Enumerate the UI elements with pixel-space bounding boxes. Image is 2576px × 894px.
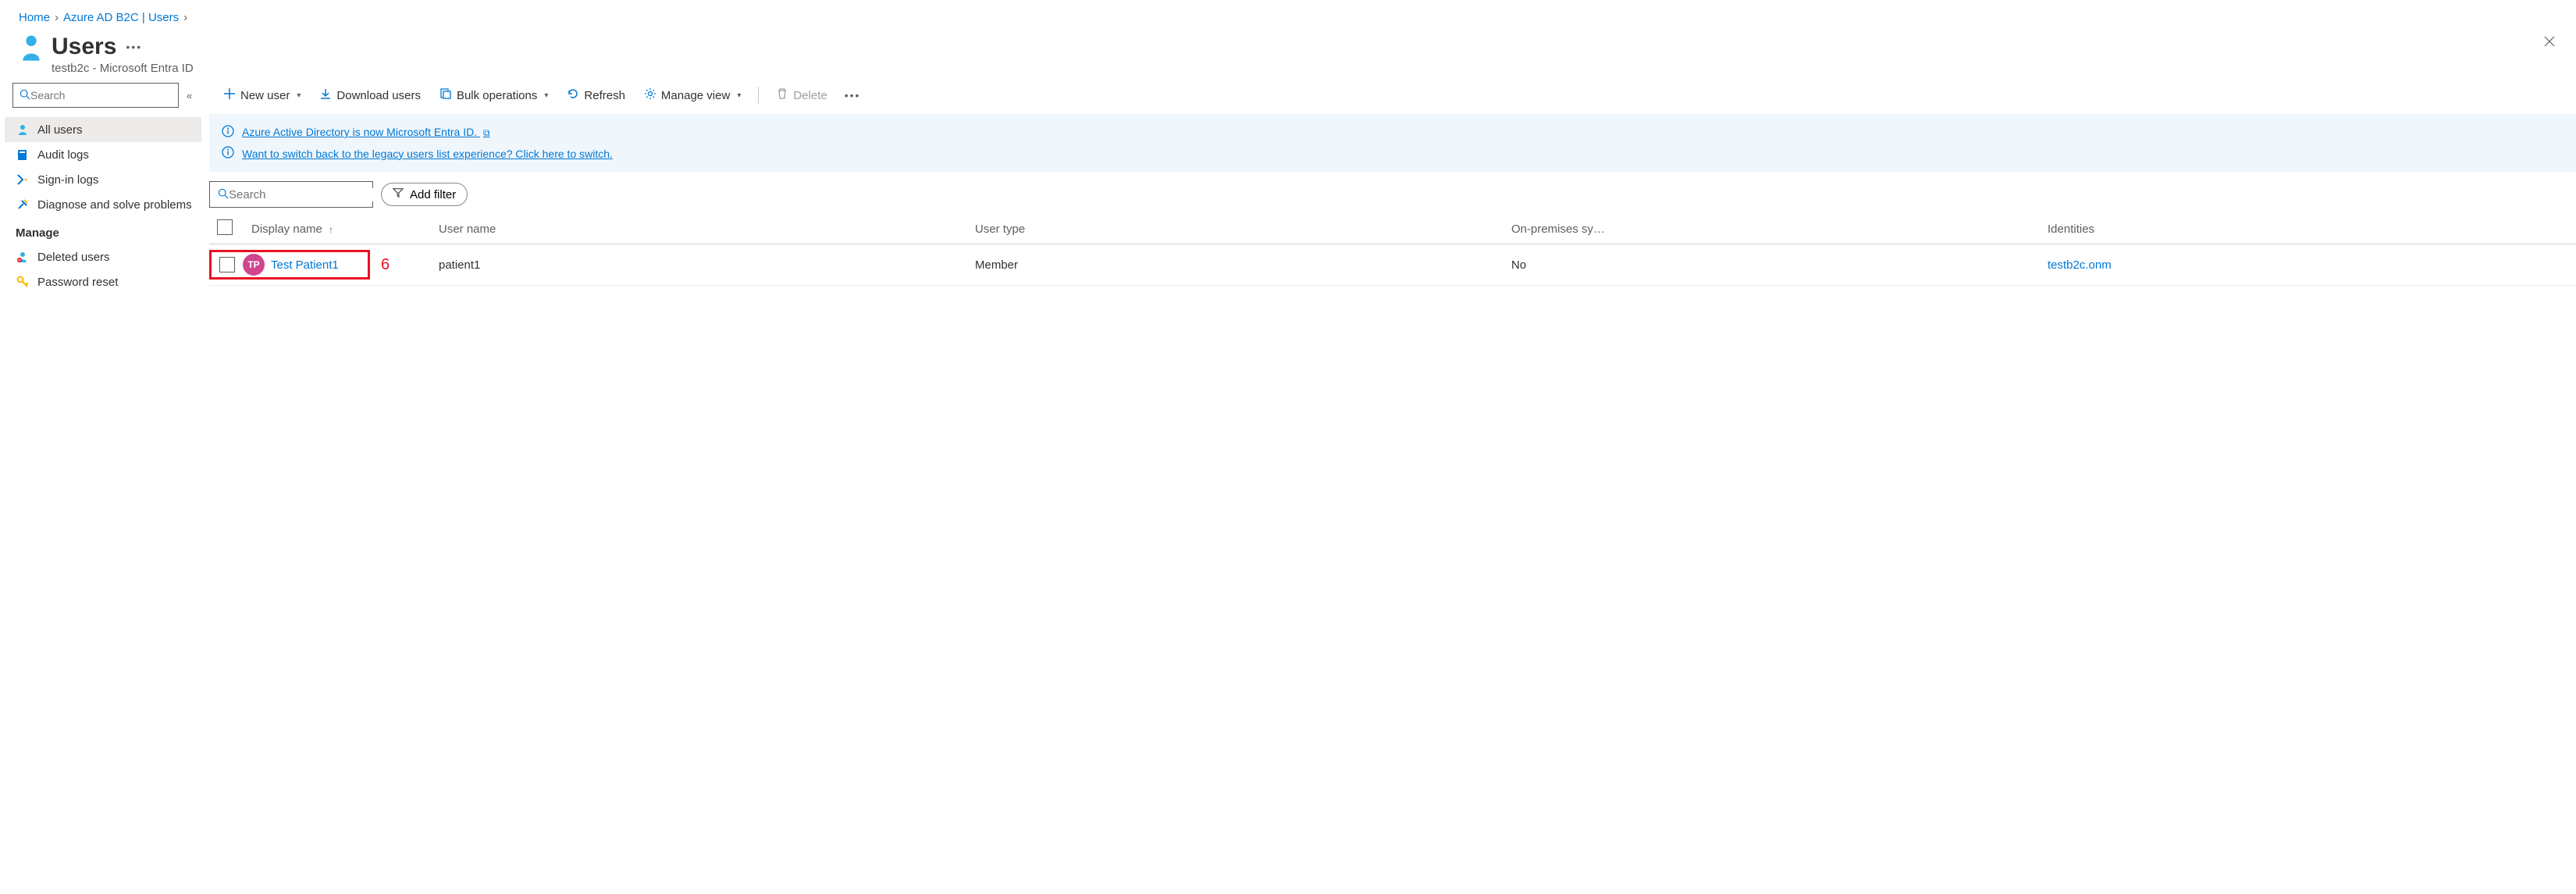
page-header: Users ••• testb2c - Microsoft Entra ID [0, 27, 2576, 80]
col-identities[interactable]: Identities [2040, 214, 2576, 244]
sidebar: « All users Audit logs Sign-in logs Diag… [0, 80, 201, 294]
search-icon [20, 89, 30, 102]
button-label: Refresh [584, 89, 625, 102]
chevron-down-icon: ▾ [737, 91, 741, 100]
refresh-icon [567, 87, 579, 103]
col-on-premises[interactable]: On-premises sy… [1503, 214, 2040, 244]
sidebar-search-input[interactable] [30, 89, 172, 102]
tools-icon [16, 198, 30, 212]
chevron-down-icon: ▾ [297, 91, 301, 100]
signin-icon [16, 173, 30, 187]
link-text: Azure Active Directory is now Microsoft … [242, 126, 477, 138]
users-search[interactable] [209, 181, 373, 208]
user-icon [16, 123, 30, 137]
sidebar-item-label: Diagnose and solve problems [37, 198, 192, 212]
button-label: Manage view [661, 89, 730, 102]
sidebar-item-label: Audit logs [37, 148, 89, 162]
col-display-name[interactable]: Display name ↑ [244, 214, 431, 244]
breadcrumb-b2c-users[interactable]: Azure AD B2C | Users [63, 11, 179, 24]
col-user-type[interactable]: User type [967, 214, 1503, 244]
sidebar-item-signin-logs[interactable]: Sign-in logs [5, 167, 201, 192]
title-more-icon[interactable]: ••• [126, 41, 142, 53]
col-user-name[interactable]: User name [431, 214, 967, 244]
sidebar-item-deleted-users[interactable]: Deleted users [5, 244, 201, 269]
new-user-button[interactable]: New user ▾ [215, 84, 308, 106]
search-icon [218, 188, 229, 201]
cell-user-name: patient1 [431, 244, 967, 286]
sidebar-section-manage: Manage [5, 217, 201, 244]
table-header-row: Display name ↑ User name User type On-pr… [209, 214, 2576, 244]
chevron-down-icon: ▾ [544, 91, 548, 100]
toolbar: New user ▾ Download users Bulk operation… [209, 80, 2576, 114]
sidebar-item-label: Sign-in logs [37, 173, 98, 187]
breadcrumb: Home › Azure AD B2C | Users › [0, 0, 2576, 27]
table-row[interactable]: TP Test Patient1 6 patient1 Member No te… [209, 244, 2576, 286]
info-icon [222, 125, 234, 140]
select-all-checkbox[interactable] [217, 219, 233, 235]
sidebar-item-all-users[interactable]: All users [5, 117, 201, 142]
cell-identities: testb2c.onm [2040, 244, 2576, 286]
page-subtitle: testb2c - Microsoft Entra ID [52, 62, 194, 75]
cell-user-type: Member [967, 244, 1503, 286]
users-table: Display name ↑ User name User type On-pr… [209, 214, 2576, 286]
add-filter-button[interactable]: Add filter [381, 183, 468, 206]
sidebar-item-audit-logs[interactable]: Audit logs [5, 142, 201, 167]
manage-view-button[interactable]: Manage view ▾ [636, 84, 749, 106]
breadcrumb-home[interactable]: Home [19, 11, 50, 24]
key-icon [16, 275, 30, 289]
breadcrumb-chevron-icon: › [183, 11, 187, 24]
display-name-link[interactable]: Test Patient1 [271, 258, 339, 272]
main-content: New user ▾ Download users Bulk operation… [201, 80, 2576, 294]
download-icon [319, 87, 332, 103]
sidebar-search[interactable] [12, 83, 179, 108]
button-label: Bulk operations [457, 89, 537, 102]
identities-link[interactable]: testb2c.onm [2048, 258, 2112, 272]
delete-button: Delete [768, 84, 834, 106]
filter-icon [393, 187, 404, 201]
info-banner: Azure Active Directory is now Microsoft … [209, 114, 2576, 172]
plus-icon [223, 87, 236, 103]
user-icon [19, 34, 44, 64]
button-label: New user [240, 89, 290, 102]
info-icon [222, 146, 234, 161]
external-link-icon: ⧉ [483, 127, 490, 138]
entra-rename-link[interactable]: Azure Active Directory is now Microsoft … [242, 126, 490, 139]
deleted-user-icon [16, 250, 30, 264]
toolbar-separator [758, 87, 759, 104]
log-icon [16, 148, 30, 162]
avatar: TP [243, 254, 265, 276]
collapse-sidebar-icon[interactable]: « [183, 90, 195, 102]
sort-asc-icon: ↑ [329, 224, 333, 235]
page-title: Users [52, 34, 116, 60]
annotation-highlight: TP Test Patient1 [209, 250, 370, 280]
sidebar-item-label: Deleted users [37, 251, 110, 264]
gear-icon [644, 87, 656, 103]
close-icon[interactable] [2543, 35, 2556, 52]
annotation-number: 6 [381, 256, 390, 274]
switch-legacy-link[interactable]: Want to switch back to the legacy users … [242, 148, 613, 160]
button-label: Add filter [410, 188, 456, 201]
breadcrumb-chevron-icon: › [55, 11, 59, 24]
sidebar-item-label: Password reset [37, 276, 118, 289]
refresh-button[interactable]: Refresh [559, 84, 633, 106]
cell-on-prem: No [1503, 244, 2040, 286]
header-label: Display name [251, 223, 322, 236]
sidebar-item-diagnose[interactable]: Diagnose and solve problems [5, 192, 201, 217]
sidebar-item-password-reset[interactable]: Password reset [5, 269, 201, 294]
button-label: Delete [793, 89, 827, 102]
download-users-button[interactable]: Download users [311, 84, 429, 106]
sidebar-item-label: All users [37, 123, 83, 137]
button-label: Download users [336, 89, 421, 102]
filter-row: Add filter [209, 172, 2576, 214]
row-checkbox[interactable] [219, 257, 235, 272]
trash-icon [776, 87, 788, 103]
bulk-icon [439, 87, 452, 103]
users-search-input[interactable] [229, 188, 384, 201]
toolbar-more-icon[interactable]: ••• [838, 86, 867, 105]
bulk-operations-button[interactable]: Bulk operations ▾ [432, 84, 556, 106]
